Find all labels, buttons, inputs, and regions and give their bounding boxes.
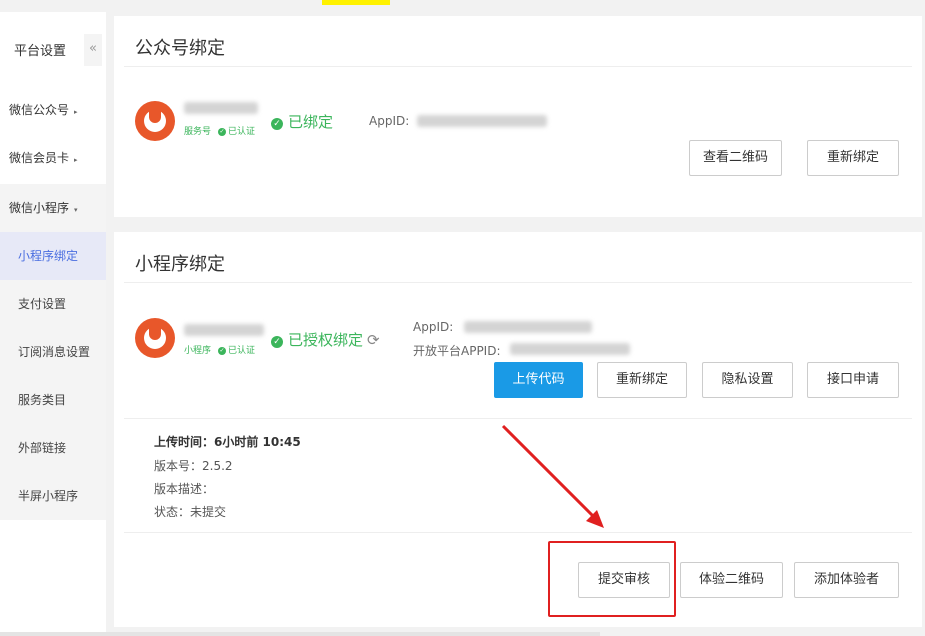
annotation-highlight-box: [548, 541, 676, 617]
annotation-arrow: [501, 424, 604, 528]
bottom-strip: [0, 632, 600, 636]
page: 平台设置 « 微信公众号 ▸ 微信会员卡 ▸ 微信小程序 ▾ 小程序绑定 支付设置 订…: [0, 0, 925, 636]
